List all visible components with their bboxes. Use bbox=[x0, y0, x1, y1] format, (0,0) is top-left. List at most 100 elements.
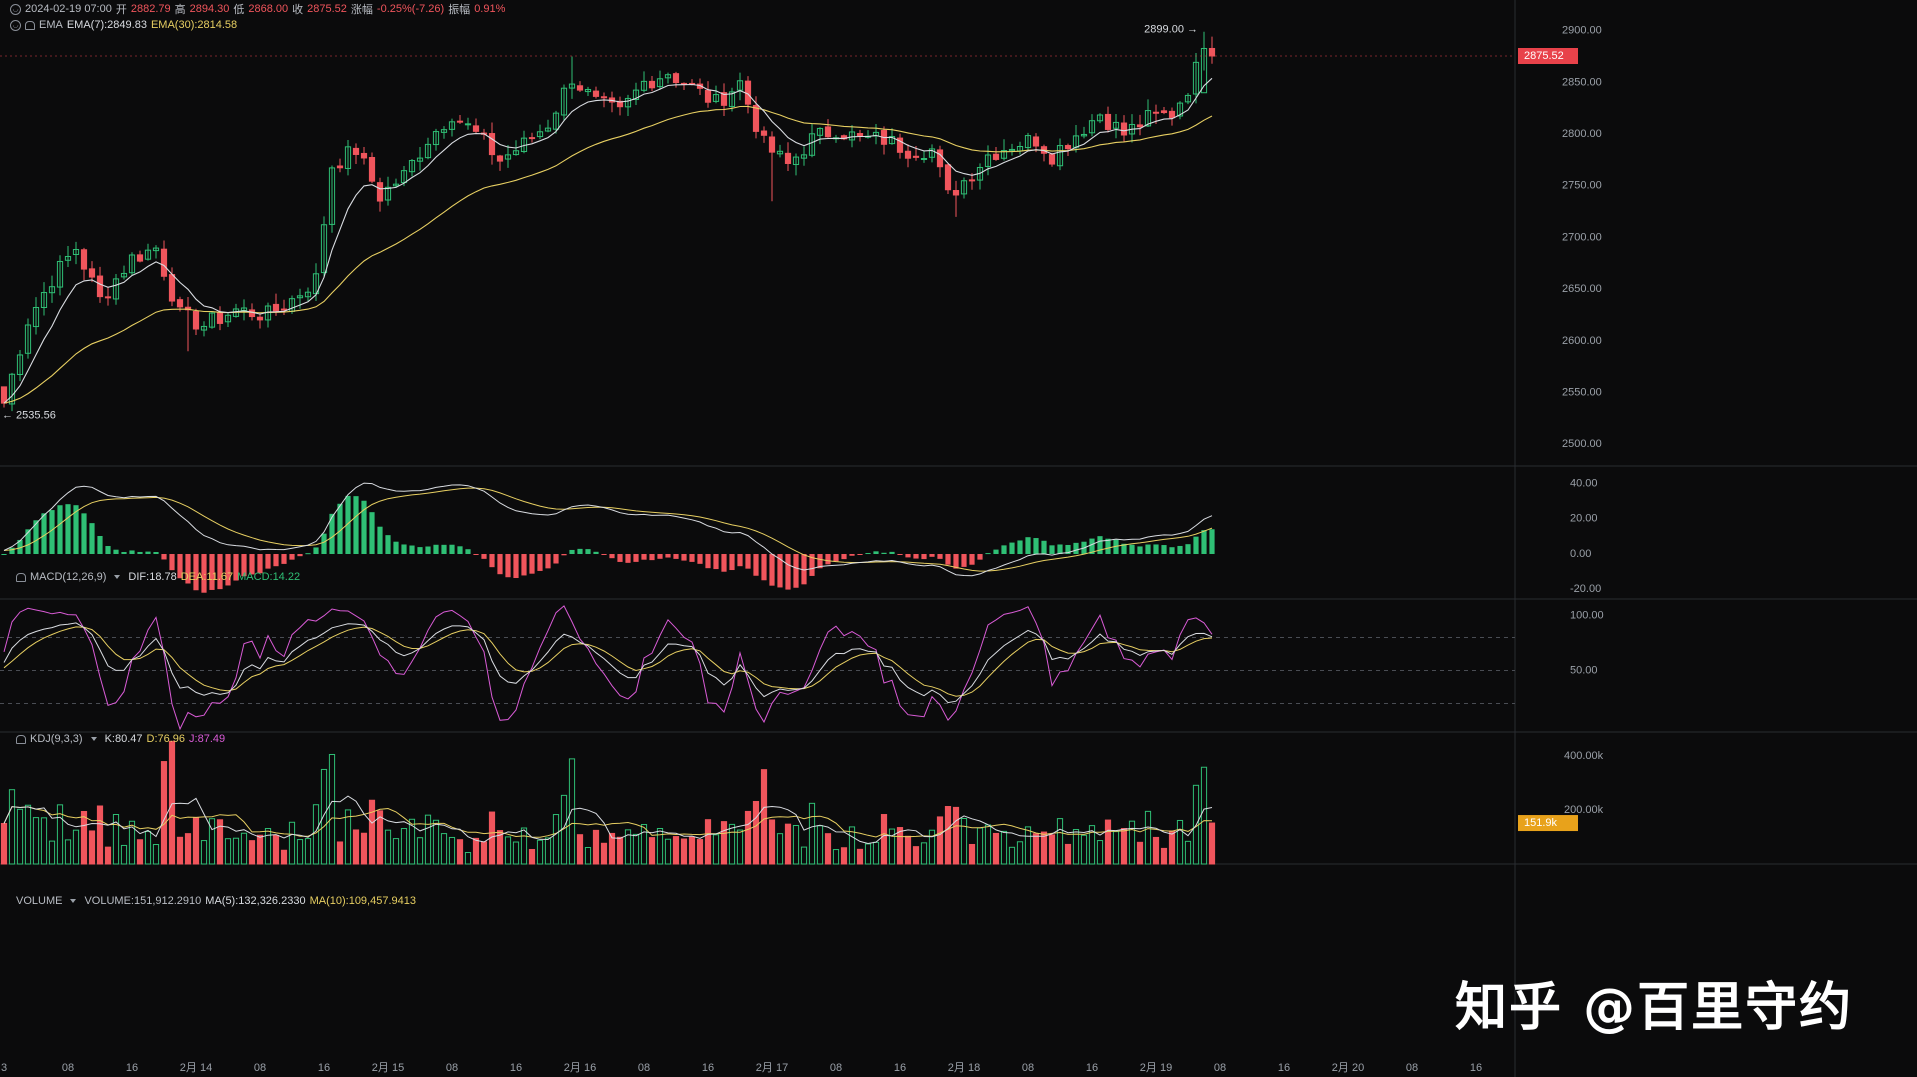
volume-bar bbox=[816, 825, 824, 865]
bell-icon[interactable] bbox=[25, 20, 35, 30]
kdj-panel[interactable] bbox=[0, 605, 1515, 731]
volume-panel[interactable] bbox=[0, 740, 1216, 865]
ema7-line bbox=[3, 77, 1213, 404]
header-change: -0.25%(-7.26) bbox=[376, 3, 445, 15]
candle-body bbox=[592, 90, 600, 97]
macd-bar bbox=[433, 544, 439, 554]
eye-icon[interactable]: ◡ bbox=[10, 19, 21, 31]
volume-bar bbox=[424, 814, 432, 865]
volume-bar bbox=[472, 837, 480, 865]
macd-bar bbox=[425, 546, 431, 554]
bell-icon[interactable] bbox=[16, 572, 26, 582]
macd-tick-label: 0.00 bbox=[1570, 548, 1591, 560]
candle-body bbox=[576, 85, 584, 91]
macd-bar bbox=[457, 546, 463, 554]
volume-bar bbox=[104, 846, 112, 865]
volume-bar bbox=[1184, 840, 1192, 865]
candle bbox=[800, 146, 808, 166]
watermark: 知乎 @百里守约 bbox=[1455, 978, 1854, 1038]
price-tick-label: 2750.00 bbox=[1562, 180, 1602, 192]
candle bbox=[504, 145, 512, 168]
macd-bar bbox=[273, 554, 279, 567]
volume-bar bbox=[312, 804, 320, 865]
volume-bar bbox=[632, 833, 640, 865]
candle bbox=[120, 265, 128, 280]
macd-bar bbox=[873, 551, 879, 554]
ema7-value: EMA(7):2849.83 bbox=[66, 19, 147, 31]
volume-bar bbox=[1200, 766, 1208, 865]
macd-bar bbox=[417, 547, 423, 554]
volume-bar bbox=[160, 761, 168, 865]
candle bbox=[216, 306, 224, 331]
volume-bar bbox=[24, 804, 32, 865]
chevron-down-icon[interactable] bbox=[90, 737, 97, 741]
candle bbox=[720, 83, 728, 117]
chevron-down-icon[interactable] bbox=[114, 575, 121, 579]
price-tick-label: 2850.00 bbox=[1562, 76, 1602, 88]
volume-bar bbox=[240, 832, 248, 865]
macd-bar bbox=[145, 551, 151, 554]
candle bbox=[8, 372, 16, 412]
candle bbox=[760, 126, 768, 143]
volume-bar bbox=[384, 829, 392, 865]
macd-bar bbox=[65, 504, 71, 554]
candle-body bbox=[992, 153, 1000, 160]
macd-bar bbox=[81, 513, 87, 554]
volume-bar bbox=[880, 814, 888, 865]
volume-bar bbox=[1048, 834, 1056, 865]
macd-bar bbox=[121, 551, 127, 554]
volume-bar bbox=[1208, 822, 1216, 865]
candle bbox=[440, 126, 448, 139]
volume-ma5-value: MA(5):132,326.2330 bbox=[205, 895, 306, 907]
macd-bar bbox=[969, 554, 975, 565]
volume-bar bbox=[264, 828, 272, 865]
volume-bar bbox=[1080, 834, 1088, 865]
candle bbox=[304, 287, 312, 302]
candle-body bbox=[528, 137, 536, 140]
volume-tick-label: 200.00k bbox=[1564, 804, 1604, 816]
candle bbox=[496, 154, 504, 171]
candle bbox=[256, 313, 264, 329]
candle bbox=[136, 250, 144, 263]
candle bbox=[808, 124, 816, 158]
volume-bar bbox=[480, 841, 488, 865]
macd-bar bbox=[593, 551, 599, 554]
candle bbox=[888, 128, 896, 145]
chevron-down-icon[interactable] bbox=[70, 899, 77, 903]
macd-bar bbox=[961, 554, 967, 567]
candle bbox=[432, 128, 440, 151]
candle bbox=[1000, 139, 1008, 161]
time-tick-label: 16 bbox=[318, 1062, 330, 1074]
candlestick-panel[interactable] bbox=[0, 31, 1216, 412]
candle-body bbox=[936, 149, 944, 168]
bell-icon[interactable] bbox=[16, 734, 26, 744]
macd-bar bbox=[353, 496, 359, 554]
macd-bar bbox=[1153, 544, 1159, 554]
candle bbox=[848, 125, 856, 148]
chart-canvas[interactable]: 2500.00 2550.00 2600.00 2650.00 2700.00 2750.… bbox=[0, 0, 1917, 1077]
volume-bar bbox=[704, 819, 712, 865]
volume-bar bbox=[440, 833, 448, 865]
volume-bar bbox=[1040, 831, 1048, 865]
volume-bar bbox=[920, 842, 928, 865]
volume-last-tag: 151.9k bbox=[1524, 817, 1558, 829]
eye-icon[interactable]: ◡ bbox=[10, 3, 21, 15]
volume-bar bbox=[72, 829, 80, 865]
time-tick-label: 2月 14 bbox=[180, 1062, 212, 1074]
volume-bar bbox=[280, 849, 288, 865]
candle-body bbox=[248, 309, 256, 318]
macd-bar bbox=[649, 554, 655, 561]
ema30-value: EMA(30):2814.58 bbox=[150, 19, 238, 31]
macd-bar bbox=[977, 554, 983, 560]
candle bbox=[872, 124, 880, 145]
volume-bar bbox=[672, 836, 680, 865]
candle bbox=[712, 85, 720, 104]
macd-bar bbox=[793, 554, 799, 588]
volume-bar bbox=[680, 838, 688, 865]
volume-bar bbox=[768, 819, 776, 865]
candle bbox=[1168, 107, 1176, 126]
candle bbox=[40, 282, 48, 316]
volume-bar bbox=[1144, 810, 1152, 865]
macd-bar bbox=[737, 554, 743, 567]
candle-body bbox=[1168, 110, 1176, 119]
